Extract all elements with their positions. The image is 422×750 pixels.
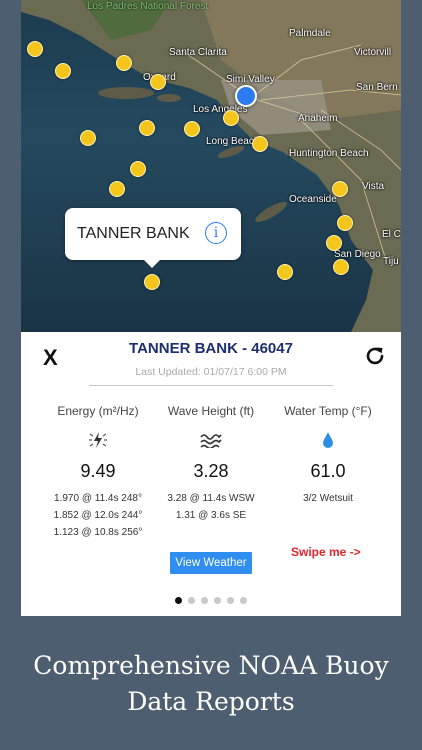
last-updated: Last Updated: 01/07/17 6:00 PM: [135, 366, 287, 378]
buoy-marker[interactable]: [326, 235, 342, 251]
page-dot[interactable]: [188, 597, 195, 604]
refresh-icon[interactable]: [363, 344, 387, 368]
detail-line: 3.28 @ 11.4s WSW: [167, 493, 255, 504]
detail-line: 1.852 @ 12.0s 244°: [53, 510, 143, 521]
map-place-label: Palmdale: [289, 28, 331, 39]
energy-icon: [89, 432, 107, 448]
caption-line-2: Data Reports: [127, 687, 295, 716]
wave-icon: [200, 434, 222, 450]
detail-line: 1.970 @ 11.4s 248°: [54, 493, 142, 504]
map-place-label: Victorvill: [354, 47, 392, 58]
info-icon[interactable]: i: [205, 222, 227, 244]
water-temp-column: Water Temp (°F) 61.0: [265, 404, 391, 482]
swipe-hint: Swipe me ->: [291, 545, 361, 559]
detail-line: 1.31 @ 3.6s SE: [175, 510, 247, 521]
water-temp-value: 61.0: [310, 461, 346, 481]
map-place-label: Vista: [362, 181, 385, 192]
map-place-label: Simi Valley: [226, 74, 275, 85]
buoy-marker[interactable]: [55, 63, 71, 79]
buoy-marker[interactable]: [130, 161, 146, 177]
buoy-marker[interactable]: [337, 215, 353, 231]
buoy-marker[interactable]: [252, 136, 268, 152]
energy-value: 9.49: [80, 461, 116, 481]
satellite-map[interactable]: Los Padres National Forest Santa Clarita…: [21, 0, 401, 332]
page-dot[interactable]: [201, 597, 208, 604]
buoy-callout[interactable]: TANNER BANK i: [65, 208, 241, 268]
wetsuit-recommendation: 3/2 Wetsuit: [303, 493, 353, 504]
title-divider: [89, 385, 333, 386]
station-title: TANNER BANK - 46047: [129, 340, 293, 357]
buoy-marker[interactable]: [150, 74, 166, 90]
promo-caption: Comprehensive NOAA Buoy Data Reports: [0, 648, 422, 720]
wave-details: 3.28 @ 11.4s WSW 1.31 @ 3.6s SE: [148, 490, 274, 524]
buoy-marker[interactable]: [109, 181, 125, 197]
buoy-marker[interactable]: [277, 264, 293, 280]
map-place-label: San Bern: [356, 82, 398, 93]
map-place-label: Huntington Beach: [289, 148, 369, 159]
map-place-label: Oceanside: [289, 194, 337, 205]
user-location-marker: [235, 85, 257, 107]
energy-label: Energy (m²/Hz): [57, 404, 139, 418]
map-place-label: Los Angeles: [193, 104, 248, 115]
wave-height-value: 3.28: [193, 461, 229, 481]
page-dot[interactable]: [175, 597, 182, 604]
wave-height-label: Wave Height (ft): [167, 404, 255, 418]
energy-details: 1.970 @ 11.4s 248° 1.852 @ 12.0s 244° 1.…: [35, 490, 161, 541]
page-dot[interactable]: [214, 597, 221, 604]
page-indicator[interactable]: [21, 591, 401, 609]
water-temp-label: Water Temp (°F): [284, 404, 372, 418]
map-place-label: El C: [382, 229, 401, 240]
buoy-report-panel: X TANNER BANK - 46047 Last Updated: 01/0…: [21, 332, 401, 616]
page-dot[interactable]: [240, 597, 247, 604]
buoy-marker[interactable]: [332, 181, 348, 197]
buoy-marker[interactable]: [223, 110, 239, 126]
caption-line-1: Comprehensive NOAA Buoy: [33, 651, 389, 680]
buoy-marker[interactable]: [333, 259, 349, 275]
map-place-label: Anaheim: [298, 113, 338, 124]
buoy-marker[interactable]: [116, 55, 132, 71]
buoy-marker[interactable]: [139, 120, 155, 136]
buoy-marker[interactable]: [27, 41, 43, 57]
energy-column: Energy (m²/Hz) 9.49: [35, 404, 161, 482]
buoy-marker[interactable]: [80, 130, 96, 146]
detail-line: 1.123 @ 10.8s 256°: [53, 527, 143, 538]
buoy-marker[interactable]: [184, 121, 200, 137]
water-drop-icon: [323, 432, 333, 448]
buoy-marker[interactable]: [144, 274, 160, 290]
callout-title: TANNER BANK: [77, 225, 190, 242]
wave-height-column: Wave Height (ft) 3.28: [148, 404, 274, 482]
map-place-label: Santa Clarita: [169, 47, 227, 58]
page-dot[interactable]: [227, 597, 234, 604]
app-screen: Los Padres National Forest Santa Clarita…: [21, 0, 401, 616]
view-weather-button[interactable]: View Weather: [170, 552, 252, 574]
water-temp-details: 3/2 Wetsuit: [265, 490, 391, 507]
forest-label: Los Padres National Forest: [87, 1, 209, 12]
map-place-label: Tiju: [383, 256, 399, 267]
